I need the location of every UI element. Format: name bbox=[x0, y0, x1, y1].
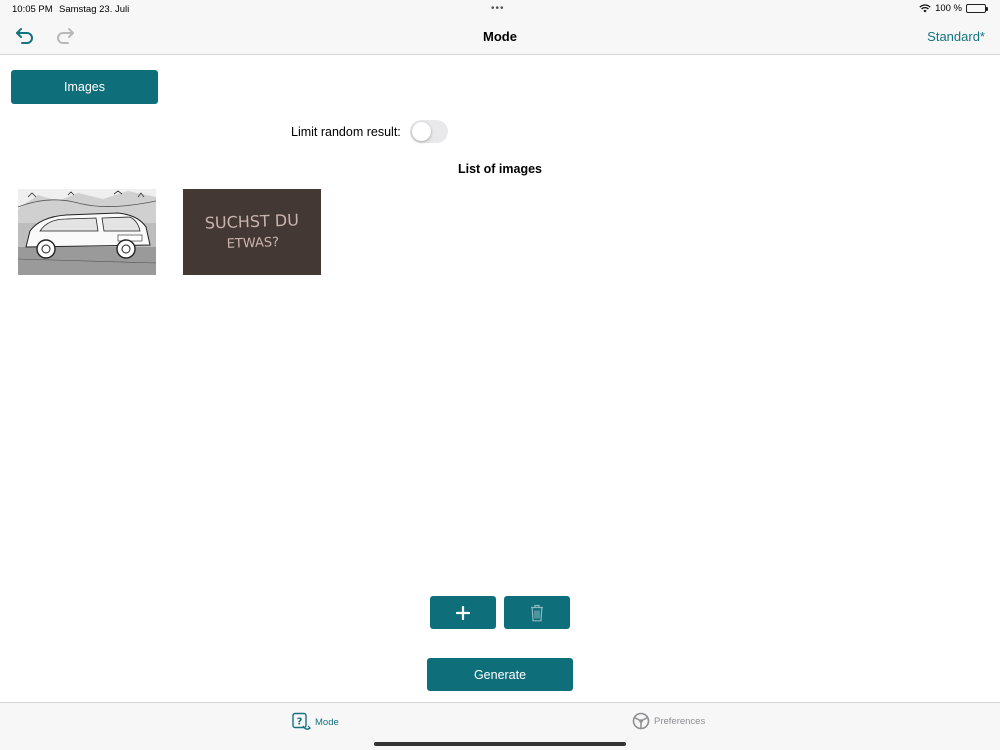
chalkboard-text-line1: SUCHST DU bbox=[204, 210, 299, 232]
list-of-images-title: List of images bbox=[457, 162, 543, 176]
page-title: Mode bbox=[483, 29, 517, 44]
chalkboard-image: SUCHST DU ETWAS? bbox=[183, 189, 321, 275]
chalkboard-text-line2: ETWAS? bbox=[226, 235, 279, 252]
status-time: 10:05 PM bbox=[12, 4, 53, 15]
tab-preferences[interactable]: Preferences bbox=[632, 712, 705, 730]
image-thumbnail-car[interactable] bbox=[18, 189, 156, 275]
multitasking-dots-icon[interactable]: ••• bbox=[491, 3, 505, 14]
generate-button[interactable]: Generate bbox=[427, 658, 573, 691]
car-sketch-image bbox=[18, 189, 156, 275]
delete-image-button[interactable] bbox=[504, 596, 570, 629]
battery-icon bbox=[966, 4, 988, 13]
wifi-icon bbox=[919, 4, 931, 13]
limit-random-label: Limit random result: bbox=[291, 124, 401, 139]
steering-wheel-icon bbox=[632, 712, 650, 730]
svg-text:?: ? bbox=[297, 717, 303, 728]
images-button[interactable]: Images bbox=[11, 70, 158, 104]
navigation-bar: Mode Standard* bbox=[0, 18, 1000, 55]
status-bar: 10:05 PM Samstag 23. Juli ••• 100 % bbox=[0, 0, 1000, 18]
battery-percent: 100 % bbox=[935, 3, 962, 14]
status-date: Samstag 23. Juli bbox=[59, 4, 130, 15]
tab-bar: ? Mode Preferences bbox=[0, 702, 1000, 750]
tab-mode-label: Mode bbox=[315, 716, 339, 728]
home-indicator bbox=[374, 742, 626, 746]
limit-random-toggle[interactable] bbox=[409, 120, 448, 143]
trash-icon bbox=[531, 604, 543, 621]
status-right: 100 % bbox=[919, 3, 988, 14]
limit-random-row: Limit random result: bbox=[291, 120, 448, 143]
add-image-button[interactable] bbox=[430, 596, 496, 629]
tab-mode[interactable]: ? Mode bbox=[291, 712, 339, 732]
toggle-knob bbox=[411, 122, 431, 141]
tab-preferences-label: Preferences bbox=[654, 715, 706, 727]
mode-icon: ? bbox=[292, 712, 311, 731]
plus-icon bbox=[456, 605, 470, 620]
image-thumbnail-chalkboard[interactable]: SUCHST DU ETWAS? bbox=[183, 189, 321, 275]
standard-button[interactable]: Standard* bbox=[927, 29, 985, 44]
